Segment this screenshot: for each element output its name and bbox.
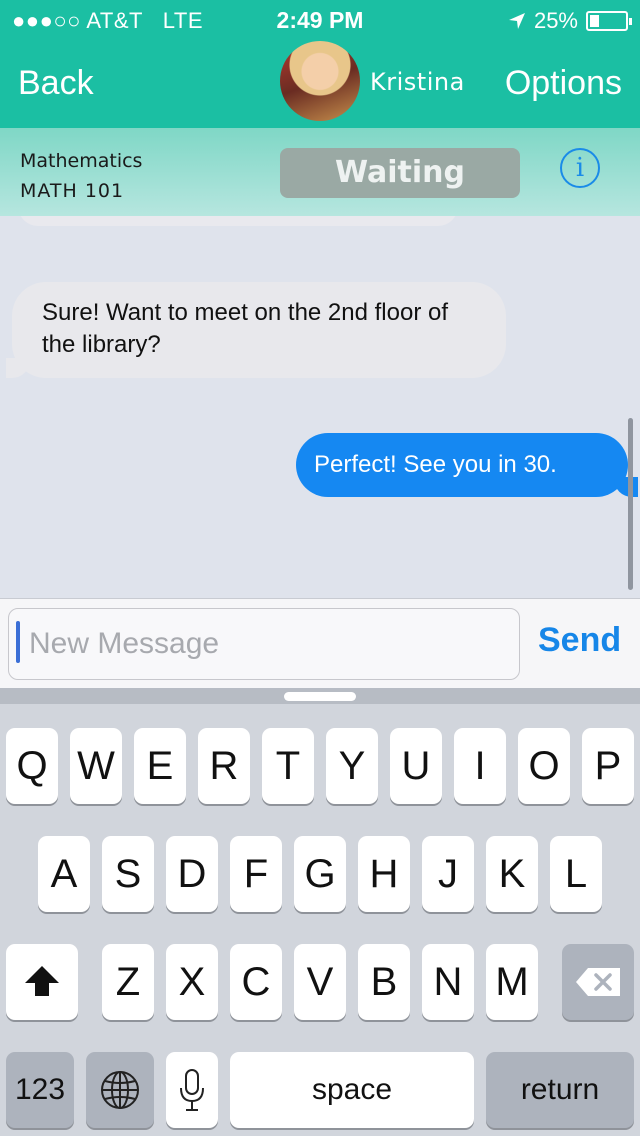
key-g[interactable]: G xyxy=(294,836,346,912)
key-d[interactable]: D xyxy=(166,836,218,912)
key-x[interactable]: X xyxy=(166,944,218,1020)
keyboard-handle[interactable] xyxy=(284,692,356,701)
back-button[interactable]: Back xyxy=(18,64,94,103)
previous-message-bubble xyxy=(18,216,458,226)
contact-name: Kristina xyxy=(370,68,465,96)
key-f[interactable]: F xyxy=(230,836,282,912)
keyboard: Q W E R T Y U I O P A S D F G H J K L Z … xyxy=(0,688,640,1136)
key-l[interactable]: L xyxy=(550,836,602,912)
key-w[interactable]: W xyxy=(70,728,122,804)
key-h[interactable]: H xyxy=(358,836,410,912)
key-n[interactable]: N xyxy=(422,944,474,1020)
space-key[interactable]: space xyxy=(230,1052,474,1128)
course-bar: Mathematics MATH 101 Waiting i xyxy=(0,128,640,216)
header-bar: ●●●○○ AT&T LTE 2:49 PM 25% Back Kristina… xyxy=(0,0,640,128)
location-arrow-icon xyxy=(508,13,525,29)
key-z[interactable]: Z xyxy=(102,944,154,1020)
compose-bar: New Message Send xyxy=(0,598,640,688)
battery-percent: 25% xyxy=(533,8,578,33)
contact-avatar[interactable] xyxy=(280,41,360,121)
key-b[interactable]: B xyxy=(358,944,410,1020)
key-s[interactable]: S xyxy=(102,836,154,912)
battery-fill xyxy=(590,15,599,27)
key-v[interactable]: V xyxy=(294,944,346,1020)
nav-bar: Back Kristina Options xyxy=(0,40,640,128)
key-a[interactable]: A xyxy=(38,836,90,912)
waiting-status-button[interactable]: Waiting xyxy=(280,148,520,198)
send-button[interactable]: Send xyxy=(538,621,621,660)
key-u[interactable]: U xyxy=(390,728,442,804)
keyboard-top-strip xyxy=(0,688,640,704)
key-k[interactable]: K xyxy=(486,836,538,912)
course-title: Mathematics xyxy=(20,150,143,172)
incoming-message: Sure! Want to meet on the 2nd floor of t… xyxy=(6,282,506,378)
status-right: 25% xyxy=(508,8,632,34)
microphone-icon xyxy=(180,1069,204,1111)
options-button[interactable]: Options xyxy=(505,64,622,103)
outgoing-message: Perfect! See you in 30. xyxy=(296,433,638,497)
delete-key[interactable] xyxy=(562,944,634,1020)
battery-icon xyxy=(586,11,632,31)
key-e[interactable]: E xyxy=(134,728,186,804)
key-p[interactable]: P xyxy=(582,728,634,804)
scrollbar[interactable] xyxy=(628,418,633,590)
key-c[interactable]: C xyxy=(230,944,282,1020)
shift-arrow-icon xyxy=(25,966,59,996)
key-q[interactable]: Q xyxy=(6,728,58,804)
microphone-key[interactable] xyxy=(166,1052,218,1128)
shift-key[interactable] xyxy=(6,944,78,1020)
text-cursor xyxy=(16,621,20,663)
key-y[interactable]: Y xyxy=(326,728,378,804)
globe-key[interactable] xyxy=(86,1052,154,1128)
message-list[interactable]: Sure! Want to meet on the 2nd floor of t… xyxy=(0,216,640,598)
key-o[interactable]: O xyxy=(518,728,570,804)
key-i[interactable]: I xyxy=(454,728,506,804)
numbers-key[interactable]: 123 xyxy=(6,1052,74,1128)
key-j[interactable]: J xyxy=(422,836,474,912)
key-t[interactable]: T xyxy=(262,728,314,804)
info-icon[interactable]: i xyxy=(560,148,600,188)
key-m[interactable]: M xyxy=(486,944,538,1020)
status-bar: ●●●○○ AT&T LTE 2:49 PM 25% xyxy=(0,0,640,40)
delete-backspace-icon xyxy=(576,968,620,996)
key-r[interactable]: R xyxy=(198,728,250,804)
return-key[interactable]: return xyxy=(486,1052,634,1128)
course-code: MATH 101 xyxy=(20,180,125,202)
message-input[interactable]: New Message xyxy=(8,608,520,680)
globe-icon xyxy=(101,1071,139,1109)
